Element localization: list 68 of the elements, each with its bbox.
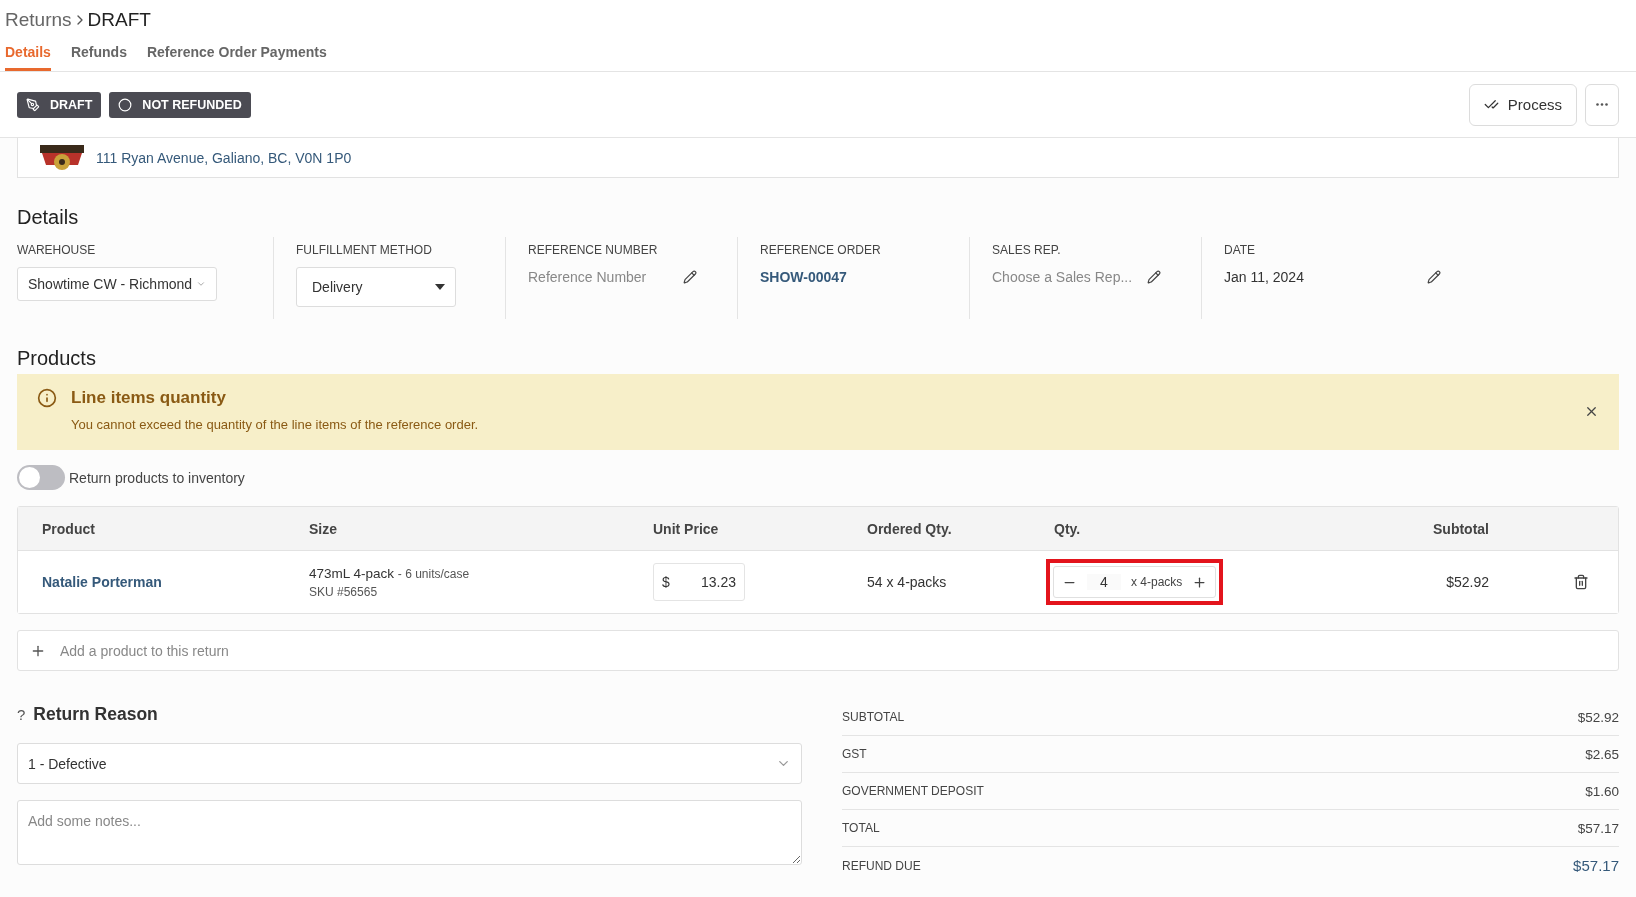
- quantity-field[interactable]: 4: [1087, 574, 1121, 590]
- pencil-icon[interactable]: [1427, 270, 1441, 284]
- notes-field[interactable]: Add some notes...: [17, 800, 802, 865]
- circle-icon: [118, 97, 133, 112]
- field-label: DATE: [1224, 243, 1257, 257]
- reason-select[interactable]: 1 - Defective: [17, 743, 802, 784]
- help-icon[interactable]: ?: [17, 705, 26, 723]
- total-label: GOVERNMENT DEPOSIT: [842, 784, 984, 798]
- warehouse-select[interactable]: Showtime CW - Richmond: [17, 267, 218, 301]
- column-header: Ordered Qty.: [867, 520, 953, 537]
- price-field[interactable]: $ 13.23: [653, 563, 745, 601]
- toggle-switch[interactable]: [17, 465, 65, 490]
- plus-icon[interactable]: [1192, 574, 1208, 590]
- total-label: GST: [842, 747, 867, 761]
- reference-order-link[interactable]: SHOW-00047: [760, 269, 847, 285]
- add-product-field[interactable]: Add a product to this return: [17, 630, 1619, 671]
- field-label: FULFILLMENT METHOD: [296, 243, 433, 257]
- field-value: Reference Number: [528, 269, 647, 285]
- field-value: Jan 11, 2024: [1224, 269, 1304, 285]
- column-header: Product: [42, 520, 96, 537]
- pen-icon: [26, 97, 40, 112]
- sku-text: SKU #56565: [309, 584, 379, 599]
- column-header: Subtotal: [1433, 520, 1489, 537]
- total-label: TOTAL: [842, 821, 880, 835]
- total-value: $1.60: [1585, 783, 1619, 799]
- fulfillment-dropdown[interactable]: Delivery: [296, 267, 456, 307]
- caret-down-icon: [435, 284, 445, 290]
- total-value: $2.65: [1585, 746, 1619, 762]
- field-label: REFERENCE ORDER: [760, 243, 882, 257]
- total-label: SUBTOTAL: [842, 710, 905, 724]
- total-value: $57.17: [1577, 820, 1619, 836]
- total-value: $52.92: [1577, 709, 1619, 725]
- total-label: REFUND DUE: [842, 858, 921, 873]
- table-cell: $52.92: [1446, 574, 1489, 590]
- product-link[interactable]: Natalie Porterman: [42, 574, 162, 590]
- field-label: SALES REP.: [992, 243, 1062, 257]
- chevron-down-icon: [196, 279, 207, 289]
- tab[interactable]: Reference Order Payments: [146, 38, 327, 71]
- field-label: WAREHOUSE: [17, 243, 97, 257]
- status-badge: NOT REFUNDED: [109, 91, 251, 118]
- field-label: REFERENCE NUMBER: [528, 243, 659, 257]
- section-title: Details: [17, 206, 80, 229]
- unit-text: x 4-packs: [1131, 575, 1183, 589]
- tab[interactable]: Refunds: [70, 38, 127, 71]
- section-title: Products: [17, 347, 97, 370]
- size-text: 473mL 4-pack - 6 units/case: [309, 565, 471, 581]
- total-value: $57.17: [1573, 857, 1619, 874]
- field-value: Choose a Sales Rep...: [992, 269, 1133, 285]
- info-icon: [37, 388, 57, 408]
- pencil-icon[interactable]: [683, 270, 697, 284]
- pencil-icon[interactable]: [1147, 270, 1161, 284]
- address-text: 111 Ryan Avenue, Galiano, BC, V0N 1P0: [96, 149, 352, 166]
- close-icon[interactable]: [1584, 404, 1599, 419]
- alert-title: Line items quantity: [71, 388, 227, 408]
- page-title: DRAFT: [87, 9, 151, 31]
- status-badge: DRAFT: [17, 91, 102, 118]
- toggle-label: Return products to inventory: [69, 469, 245, 486]
- column-header: Size: [309, 520, 338, 537]
- logo-icon: [38, 144, 86, 171]
- table-cell-text: 54 x 4-packs: [867, 574, 948, 590]
- trash-icon[interactable]: [1573, 574, 1589, 590]
- section-title: Return Reason: [33, 703, 158, 725]
- column-header: Qty.: [1054, 520, 1082, 537]
- more-icon: [1596, 103, 1608, 106]
- process-button[interactable]: Process: [1468, 83, 1577, 126]
- column-header: Unit Price: [653, 520, 720, 537]
- alert-message: You cannot exceed the quantity of the line items of the reference order.: [71, 417, 480, 432]
- breadcrumb-link[interactable]: Returns: [5, 9, 72, 31]
